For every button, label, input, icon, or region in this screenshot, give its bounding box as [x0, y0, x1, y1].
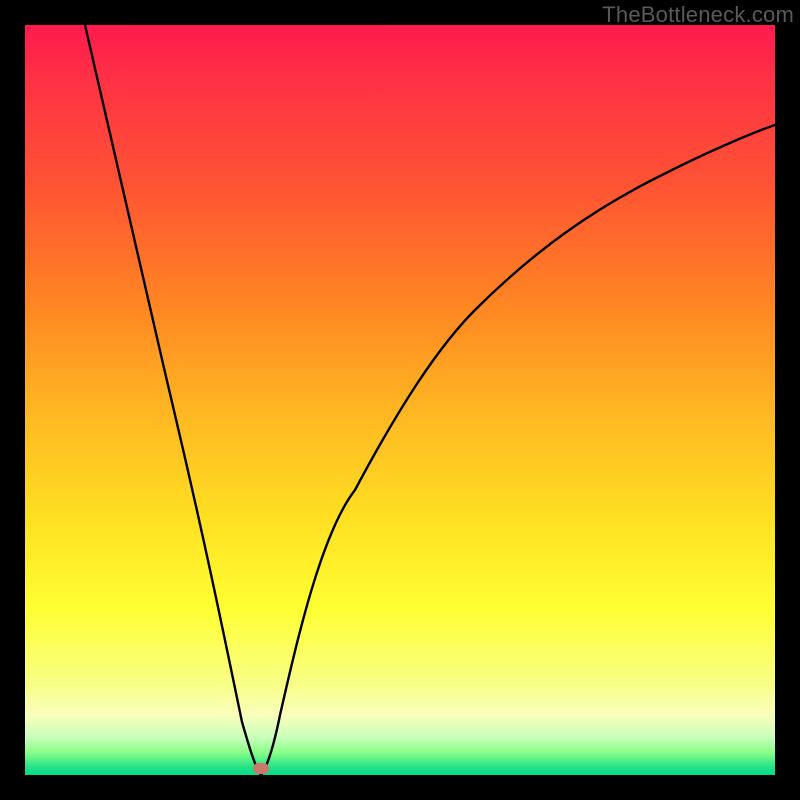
plot-area — [25, 25, 775, 775]
chart-frame: TheBottleneck.com — [0, 0, 800, 800]
curve-svg — [25, 25, 775, 775]
watermark-text: TheBottleneck.com — [602, 2, 794, 28]
optimal-point-marker — [253, 763, 269, 774]
bottleneck-curve — [85, 25, 775, 775]
